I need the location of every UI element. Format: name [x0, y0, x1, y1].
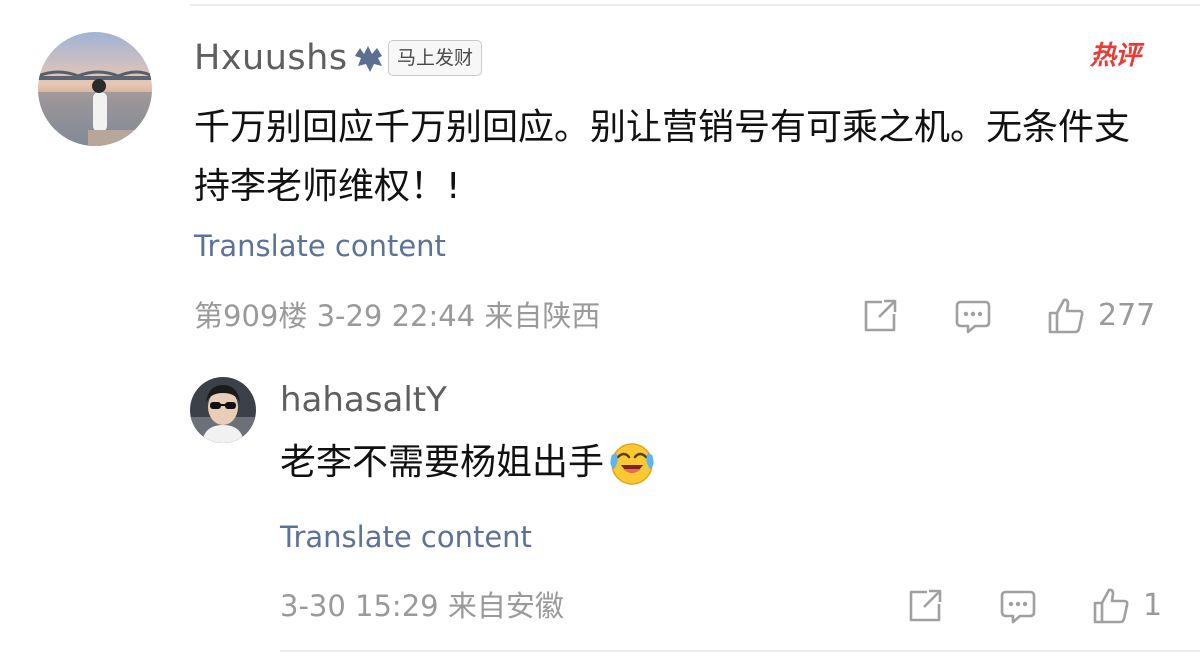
avatar[interactable] — [38, 32, 152, 146]
comment-thread: Hxuushs 马上发财 热评 千万别回应千万别回应。别让营销号有可乘之机。无条… — [0, 0, 1200, 658]
share-button[interactable] — [905, 586, 945, 626]
comment-icon — [955, 300, 991, 334]
share-icon — [909, 589, 942, 622]
username[interactable]: hahasaltY — [280, 378, 447, 422]
like-button[interactable]: 277 — [1046, 296, 1155, 336]
like-count: 1 — [1143, 588, 1163, 623]
reply-text-row: 老李不需要杨姐出手 — [280, 438, 656, 488]
like-count: 277 — [1098, 298, 1156, 333]
reply-meta: 3-30 15:29 来自安徽 — [280, 589, 564, 623]
comment-meta: 第909楼 3-29 22:44 来自陕西 — [194, 299, 601, 333]
username[interactable]: Hxuushs — [194, 36, 348, 80]
hand-gesture-icon — [352, 44, 386, 74]
reply-text: 老李不需要杨姐出手 — [280, 442, 605, 483]
translate-link[interactable]: Translate content — [280, 519, 532, 555]
translate-link[interactable]: Translate content — [194, 228, 446, 264]
laughing-crying-icon — [610, 443, 654, 485]
thumbs-up-icon — [1048, 298, 1084, 334]
share-icon — [864, 299, 897, 332]
thumbs-up-icon — [1093, 588, 1129, 624]
comment-button[interactable] — [953, 296, 993, 336]
user-badge[interactable]: 马上发财 — [388, 40, 483, 76]
comment-text: 千万别回应千万别回应。别让营销号有可乘之机。无条件支持李老师维权！! — [194, 107, 1131, 207]
comment-icon — [1000, 590, 1036, 624]
like-button[interactable]: 1 — [1091, 586, 1162, 626]
hot-comment-tag: 热评 — [1090, 41, 1141, 71]
comment-button[interactable] — [998, 586, 1038, 626]
avatar[interactable] — [190, 377, 256, 443]
divider — [280, 650, 1200, 652]
divider — [190, 4, 1200, 6]
share-button[interactable] — [860, 296, 900, 336]
